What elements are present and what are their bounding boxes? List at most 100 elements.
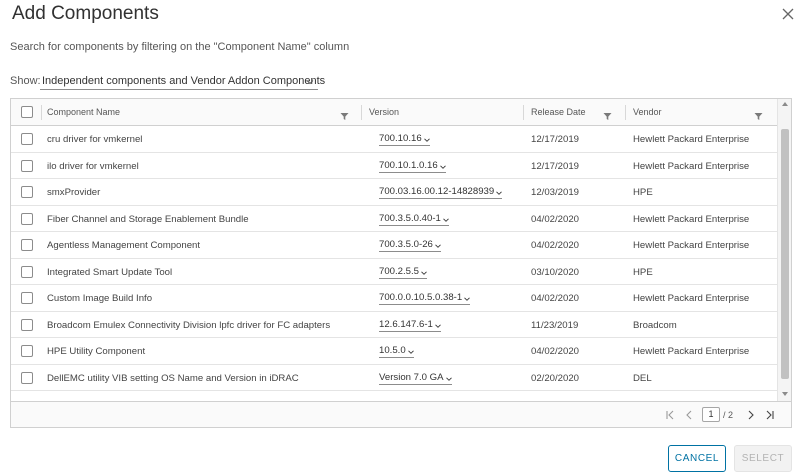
table-row[interactable]: Fiber Channel and Storage Enablement Bun… <box>11 206 777 232</box>
version-value: 700.3.5.0-26 <box>379 239 433 250</box>
close-icon[interactable] <box>778 4 798 24</box>
release-date-cell: 04/02/2020 <box>531 346 580 357</box>
version-select[interactable]: Version 7.0 GA <box>379 372 452 385</box>
grid-footer: 1 / 2 <box>11 401 791 427</box>
filter-icon[interactable] <box>340 108 349 120</box>
component-name-cell: DellEMC utility VIB setting OS Name and … <box>47 372 299 384</box>
cancel-button[interactable]: CANCEL <box>668 445 726 472</box>
version-select[interactable]: 700.03.16.00.12-14828939 <box>379 186 503 199</box>
row-checkbox[interactable] <box>21 133 33 145</box>
component-name-cell: Custom Image Build Info <box>47 293 153 304</box>
row-checkbox[interactable] <box>21 371 33 384</box>
table-row[interactable]: Broadcom Emulex Connectivity Division lp… <box>11 312 777 338</box>
components-grid: Component Name Version Release Date Vend… <box>10 98 792 428</box>
table-row[interactable]: Agentless Management Component 700.3.5.0-… <box>11 232 777 259</box>
version-value: 10.5.0 <box>379 345 406 356</box>
column-label: Version <box>369 107 400 117</box>
select-all-checkbox[interactable] <box>21 106 33 118</box>
chevron-down-icon <box>443 215 449 222</box>
vendor-cell: Hewlett Packard Enterprise <box>633 293 750 304</box>
row-checkbox[interactable] <box>21 318 33 331</box>
scroll-down-icon[interactable] <box>782 392 788 396</box>
column-release-date[interactable]: Release Date <box>523 99 625 126</box>
previous-page-icon[interactable] <box>682 408 696 422</box>
next-page-icon[interactable] <box>744 408 758 422</box>
chevron-down-icon <box>423 135 430 143</box>
vendor-cell: Hewlett Packard Enterprise <box>633 346 750 357</box>
component-name-cell: Agentless Management Component <box>47 240 201 251</box>
chevron-down-icon <box>407 347 414 355</box>
release-date-cell: 12/17/2019 <box>531 134 580 145</box>
version-select[interactable]: 700.10.1.0.16 <box>379 160 446 173</box>
show-filter-value: Independent components and Vendor Addon … <box>42 75 326 87</box>
filter-icon[interactable] <box>754 108 763 120</box>
last-page-icon[interactable] <box>763 408 777 422</box>
version-select[interactable]: 700.0.0.10.5.0.38-1 <box>379 292 471 305</box>
chevron-down-icon <box>435 241 441 249</box>
vertical-scrollbar[interactable] <box>777 99 791 401</box>
vendor-cell: Hewlett Packard Enterprise <box>633 240 750 251</box>
first-page-icon[interactable] <box>663 408 677 422</box>
release-date-cell: 02/20/2020 <box>531 372 580 384</box>
table-row[interactable]: cru driver for vmkernel 700.10.16 12/17/20… <box>11 126 777 153</box>
page-total: / 2 <box>723 410 734 420</box>
row-checkbox[interactable] <box>21 186 33 198</box>
table-row[interactable]: DellEMC utility VIB setting OS Name and … <box>11 365 777 391</box>
release-date-cell: 11/23/2019 <box>531 319 579 331</box>
filter-icon[interactable] <box>603 108 612 120</box>
release-date-cell: 04/02/2020 <box>531 213 580 225</box>
version-value: 12.6.147.6-1 <box>379 318 433 330</box>
row-checkbox[interactable] <box>21 239 33 251</box>
component-name-cell: Fiber Channel and Storage Enablement Bun… <box>47 213 249 225</box>
release-date-cell: 03/10/2020 <box>531 266 580 278</box>
vendor-cell: HPE <box>633 187 653 198</box>
vendor-cell: Broadcom <box>633 319 677 331</box>
table-row[interactable]: HPE Utility Component 10.5.0 04/02/2020 Hew… <box>11 338 777 365</box>
scrollbar-thumb[interactable] <box>781 129 789 379</box>
column-label: Vendor <box>633 107 662 117</box>
column-version[interactable]: Version <box>361 99 523 126</box>
chevron-down-icon <box>496 188 503 196</box>
table-row[interactable]: smxProvider 700.03.16.00.12-14828939 12/03… <box>11 179 777 206</box>
component-name-cell: ilo driver for vmkernel <box>47 160 139 172</box>
component-name-cell: HPE Utility Component <box>47 346 146 357</box>
vendor-cell: Hewlett Packard Enterprise <box>633 160 750 172</box>
column-vendor[interactable]: Vendor <box>625 99 775 126</box>
vendor-cell: HPE <box>633 266 653 278</box>
column-label: Release Date <box>531 107 586 117</box>
page-number-input[interactable]: 1 <box>702 407 720 422</box>
component-name-cell: smxProvider <box>47 187 101 198</box>
row-checkbox[interactable] <box>21 159 33 172</box>
release-date-cell: 04/02/2020 <box>531 240 580 251</box>
version-select[interactable]: 10.5.0 <box>379 345 414 358</box>
chevron-down-icon <box>445 374 452 381</box>
version-value: 700.10.16 <box>379 133 422 144</box>
release-date-cell: 12/17/2019 <box>531 160 580 172</box>
row-checkbox[interactable] <box>21 345 33 357</box>
dialog-title: Add Components <box>12 3 159 24</box>
table-row[interactable]: Custom Image Build Info 700.0.0.10.5.0.38… <box>11 285 777 312</box>
table-row[interactable]: ilo driver for vmkernel 700.10.1.0.16 12/1… <box>11 153 777 179</box>
show-filter-select[interactable]: Independent components and Vendor Addon … <box>40 72 325 90</box>
dialog-subtitle: Search for components by filtering on th… <box>10 41 350 53</box>
select-button[interactable]: SELECT <box>734 445 792 472</box>
version-value: 700.03.16.00.12-14828939 <box>379 186 495 197</box>
version-select[interactable]: 700.3.5.0-26 <box>379 239 441 252</box>
chevron-down-icon <box>439 162 446 169</box>
chevron-down-icon <box>306 77 314 85</box>
column-component-name[interactable]: Component Name <box>41 99 361 126</box>
chevron-down-icon <box>464 294 471 302</box>
row-checkbox[interactable] <box>21 265 33 278</box>
version-select[interactable]: 700.3.5.0.40-1 <box>379 213 449 226</box>
version-value: Version 7.0 GA <box>379 371 444 383</box>
release-date-cell: 12/03/2019 <box>531 187 580 198</box>
version-value: 700.3.5.0.40-1 <box>379 212 441 224</box>
version-select[interactable]: 700.10.16 <box>379 133 430 146</box>
vendor-cell: Hewlett Packard Enterprise <box>633 134 750 145</box>
row-checkbox[interactable] <box>21 212 33 225</box>
row-checkbox[interactable] <box>21 292 33 304</box>
table-row[interactable]: Integrated Smart Update Tool 700.2.5.5 03/… <box>11 259 777 285</box>
version-select[interactable]: 12.6.147.6-1 <box>379 319 441 332</box>
version-select[interactable]: 700.2.5.5 <box>379 266 428 279</box>
scroll-up-icon[interactable] <box>782 102 788 106</box>
